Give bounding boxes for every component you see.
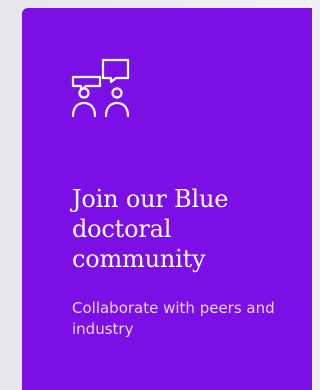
people-chat-icon bbox=[70, 58, 132, 120]
card-description: Collaborate with peers and industry bbox=[72, 299, 275, 338]
card-title: Join our Blue doctoral community bbox=[72, 185, 229, 273]
community-card[interactable]: Join our Blue doctoral community Collabo… bbox=[22, 8, 312, 390]
page: Join our Blue doctoral community Collabo… bbox=[0, 0, 312, 390]
